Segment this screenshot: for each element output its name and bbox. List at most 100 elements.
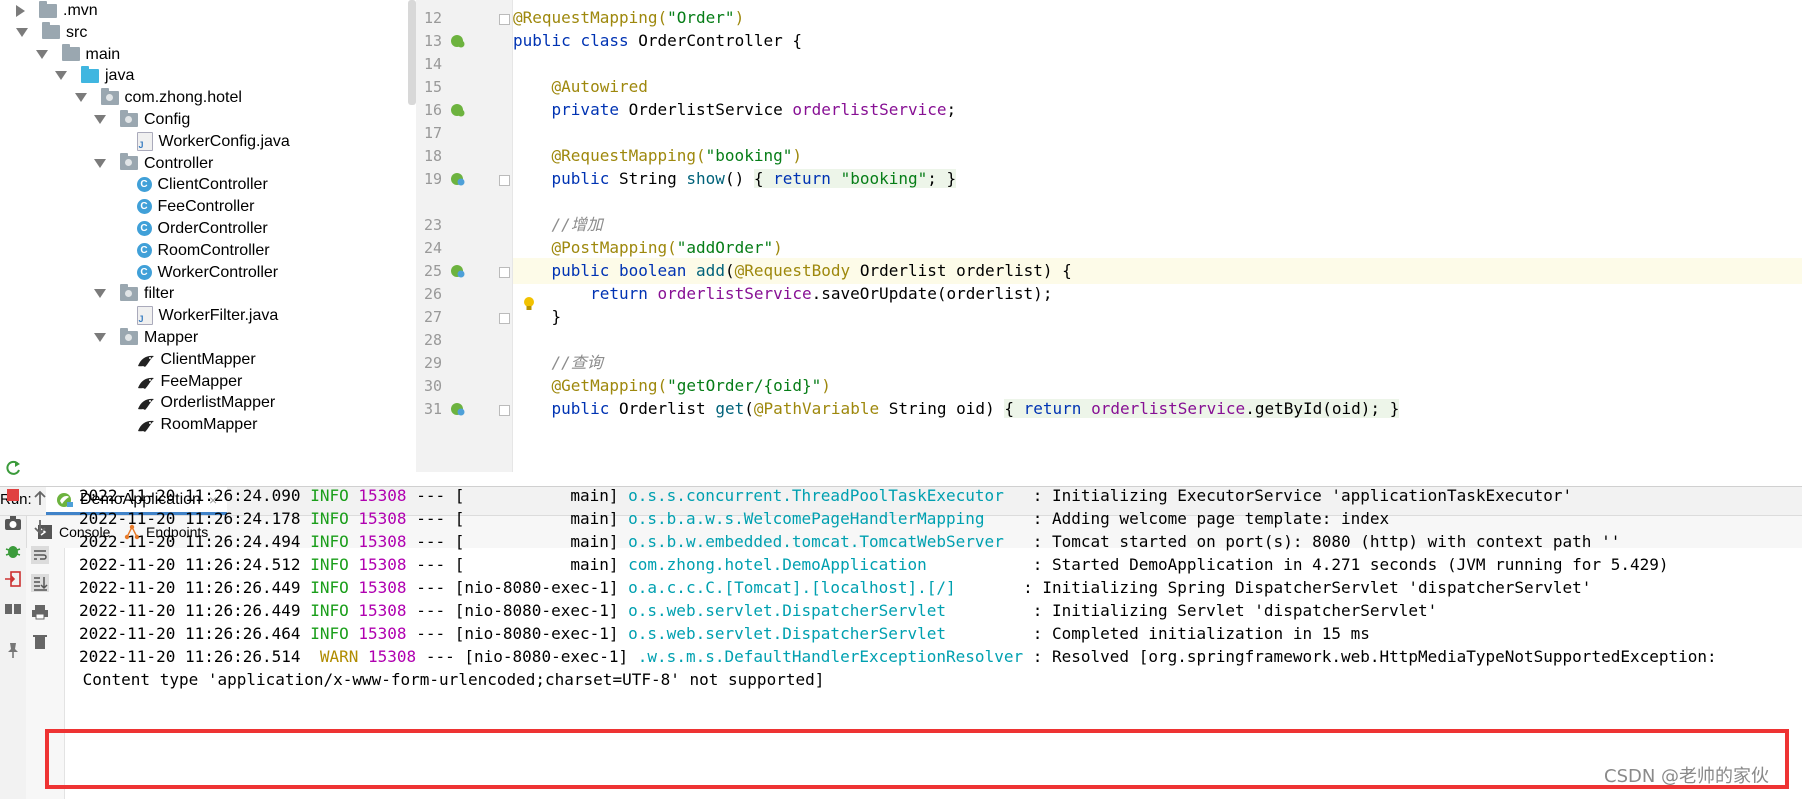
log-level: INFO	[310, 578, 349, 597]
log-ts: 2022-11-20 11:26:26.449	[79, 578, 301, 597]
spring-bean-icon[interactable]	[450, 34, 466, 48]
log-logger: o.s.b.w.embedded.tomcat.TomcatWebServer	[628, 532, 1024, 551]
chevron-down-icon[interactable]	[55, 71, 67, 81]
java-file-icon	[136, 306, 153, 326]
code-line-16[interactable]: private OrderlistService orderlistServic…	[513, 97, 957, 123]
stop-icon[interactable]	[4, 486, 22, 504]
rerun-icon[interactable]	[4, 459, 22, 477]
chevron-right-icon[interactable]	[16, 4, 25, 17]
login-icon[interactable]	[4, 570, 22, 588]
code-line-27[interactable]: }	[513, 304, 562, 330]
log-sep: ---	[416, 555, 446, 574]
log-sep: ---	[416, 532, 446, 551]
fold-marker-icon[interactable]	[499, 267, 510, 278]
error-highlight-box	[45, 729, 1789, 789]
log-thread: [nio-8080-exec-1]	[454, 601, 619, 620]
source-folder-icon	[81, 65, 99, 83]
chevron-down-icon[interactable]	[16, 27, 28, 37]
chevron-down-icon[interactable]	[74, 93, 87, 103]
log-logger: o.a.c.c.C.[Tomcat].[localhost].[/]	[628, 578, 1014, 597]
log-pid: 15308	[358, 555, 407, 574]
chevron-down-icon[interactable]	[35, 49, 48, 59]
log-level: WARN	[310, 647, 359, 666]
code-line-31[interactable]: public Orderlist get(@PathVariable Strin…	[513, 396, 1400, 422]
log-msg: : Initializing Spring DispatcherServlet …	[1023, 578, 1592, 597]
soft-wrap-icon[interactable]	[31, 546, 49, 564]
log-ts: 2022-11-20 11:26:24.494	[79, 532, 301, 551]
chevron-down-icon[interactable]	[94, 158, 106, 168]
fold-marker-icon[interactable]	[499, 14, 510, 25]
log-thread: [ main]	[454, 555, 619, 574]
layout-icon[interactable]	[4, 600, 22, 618]
code-line-13[interactable]: public class OrderController {	[513, 28, 802, 54]
folder-icon	[39, 0, 57, 18]
console-line-continuation[interactable]: Content type 'application/x-www-form-url…	[73, 667, 825, 693]
mybatis-icon	[137, 374, 155, 389]
log-ts: 2022-11-20 11:26:26.464	[79, 624, 301, 643]
log-msg: : Initializing ExecutorService 'applicat…	[1032, 486, 1573, 505]
spring-web-icon[interactable]	[450, 172, 466, 186]
watermark: CSDN @老帅的家伙	[1604, 766, 1770, 787]
print-icon[interactable]	[31, 603, 49, 621]
log-thread: [nio-8080-exec-1]	[454, 578, 619, 597]
log-msg: : Tomcat started on port(s): 8080 (http)…	[1032, 532, 1621, 551]
arrow-down-icon[interactable]	[31, 518, 49, 536]
class-icon: C	[136, 177, 152, 193]
spring-web-icon[interactable]	[450, 402, 466, 416]
fold-marker-icon[interactable]	[499, 405, 510, 416]
spring-bean-icon[interactable]	[450, 103, 466, 117]
trash-icon[interactable]	[31, 632, 49, 650]
log-pid: 15308	[358, 509, 407, 528]
tree-item-label: RoomMapper	[160, 416, 258, 434]
tree-item[interactable]: RoomMapper	[114, 412, 258, 437]
log-sep: ---	[416, 509, 446, 528]
arrow-up-icon[interactable]	[31, 489, 49, 507]
camera-icon[interactable]	[4, 514, 22, 532]
class-icon: C	[136, 242, 152, 258]
log-pid: 15308	[358, 486, 407, 505]
log-thread: [ main]	[454, 486, 619, 505]
log-msg: : Completed initialization in 15 ms	[1032, 624, 1370, 643]
log-ts: 2022-11-20 11:26:24.090	[79, 486, 301, 505]
log-sep: ---	[416, 486, 446, 505]
pin-icon[interactable]	[4, 641, 22, 659]
lightbulb-intention-icon[interactable]	[523, 297, 535, 311]
scroll-to-end-icon[interactable]	[31, 574, 49, 592]
log-ts: 2022-11-20 11:26:26.514	[79, 647, 301, 666]
package-icon	[120, 109, 138, 127]
spring-web-icon[interactable]	[450, 264, 466, 278]
package-icon	[120, 283, 138, 301]
log-level: INFO	[310, 532, 349, 551]
log-level: INFO	[310, 509, 349, 528]
log-level: INFO	[310, 624, 349, 643]
mybatis-icon	[137, 352, 155, 367]
mybatis-icon	[137, 417, 155, 433]
chevron-down-icon[interactable]	[94, 333, 106, 342]
log-logger: .w.s.m.s.DefaultHandlerExceptionResolver	[637, 647, 1024, 666]
log-ts: 2022-11-20 11:26:24.178	[79, 509, 301, 528]
chevron-down-icon[interactable]	[94, 289, 106, 299]
project-tree: .mvnsrcmainjavacom.zhong.hotelConfigWork…	[0, 0, 410, 472]
log-thread: [ main]	[454, 532, 619, 551]
log-msg: : Initializing Servlet 'dispatcherServle…	[1032, 601, 1438, 620]
log-msg: : Adding welcome page template: index	[1032, 509, 1390, 528]
log-thread: [nio-8080-exec-1]	[454, 624, 619, 643]
fold-marker-icon[interactable]	[499, 175, 510, 186]
log-logger: o.s.b.a.w.s.WelcomePageHandlerMapping	[628, 509, 1024, 528]
fold-marker-icon[interactable]	[499, 313, 510, 324]
log-pid: 15308	[358, 532, 407, 551]
tree-item-label: WorkerController	[157, 263, 279, 281]
package-icon	[120, 153, 138, 171]
chevron-down-icon[interactable]	[94, 115, 106, 124]
folder-icon	[42, 22, 60, 40]
log-logger: o.s.web.servlet.DispatcherServlet	[628, 601, 1024, 620]
log-msg: : Started DemoApplication in 4.271 secon…	[1032, 555, 1669, 574]
code-line-26[interactable]: return orderlistService.saveOrUpdate(ord…	[513, 281, 1052, 307]
tree-scrollbar[interactable]	[408, 0, 416, 105]
log-msg: : Resolved [org.springframework.web.Http…	[1032, 647, 1717, 666]
folder-icon	[61, 44, 80, 62]
debug-icon[interactable]	[4, 542, 22, 560]
log-thread: [ main]	[454, 509, 619, 528]
code-line-19[interactable]: public String show() { return "booking";…	[513, 166, 957, 192]
log-pid: 15308	[358, 624, 407, 643]
